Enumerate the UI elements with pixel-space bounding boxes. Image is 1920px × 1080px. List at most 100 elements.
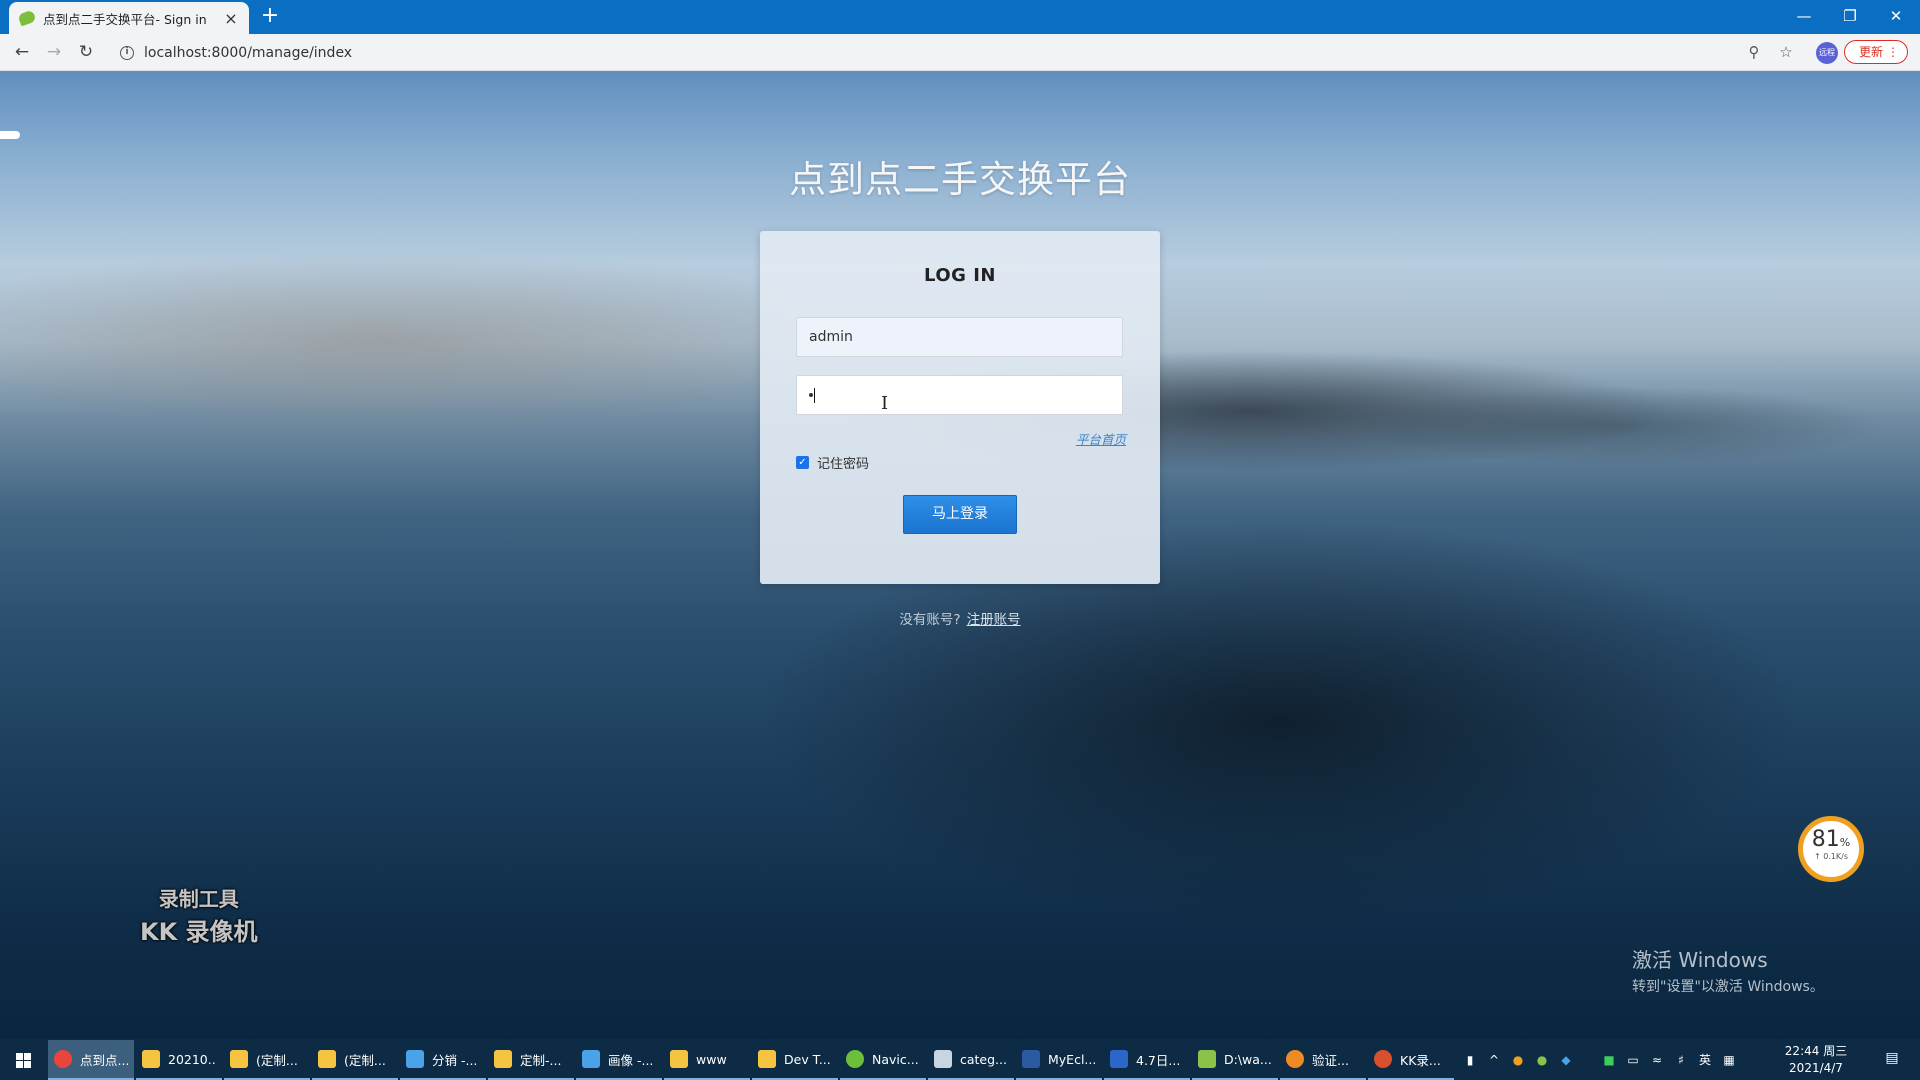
- password-mask-dot: [809, 393, 813, 397]
- taskbar-item-label: D:\wa...: [1224, 1051, 1272, 1067]
- platform-home-link[interactable]: 平台首页: [1076, 429, 1126, 448]
- windows-logo-icon: [16, 1053, 31, 1068]
- password-field[interactable]: I: [796, 375, 1123, 415]
- recorder-watermark: 录制工具 KK 录像机: [140, 883, 258, 947]
- chrome-icon: [54, 1050, 72, 1068]
- taskbar-item-label: (定制...: [256, 1052, 298, 1068]
- activation-hint: 转到"设置"以激活 Windows。: [1632, 979, 1824, 995]
- update-button[interactable]: 更新 ⋮: [1844, 40, 1908, 64]
- side-tab-handle[interactable]: [0, 131, 20, 139]
- recorder-line1: 录制工具: [158, 887, 239, 911]
- address-bar[interactable]: i localhost:8000/manage/index: [110, 38, 1740, 67]
- forward-arrow-icon[interactable]: →: [42, 40, 66, 64]
- back-arrow-icon[interactable]: ←: [10, 40, 34, 64]
- close-window-icon[interactable]: ✕: [1876, 4, 1916, 28]
- leaf-favicon-icon: [17, 9, 37, 27]
- audio-icon: [1286, 1050, 1304, 1068]
- myeclipse-icon: [1022, 1050, 1040, 1068]
- taskbar-item[interactable]: 4.7日...: [1104, 1040, 1190, 1080]
- folder-icon: [318, 1050, 336, 1068]
- taskbar-apps: 点到点... 20210... (定制... (定制... 分销 -... 定制-... 画…: [48, 1040, 1456, 1080]
- site-title: 点到点二手交换平台: [789, 158, 1131, 201]
- notification-icon[interactable]: ▤: [1882, 1050, 1902, 1070]
- taskbar-item[interactable]: categ...: [928, 1040, 1014, 1080]
- recorder-line2: KK 录像机: [140, 918, 258, 946]
- profile-avatar[interactable]: 远程: [1816, 42, 1838, 64]
- nvidia-icon[interactable]: ■: [1600, 1052, 1618, 1068]
- text-caret: [814, 387, 815, 403]
- battery-icon[interactable]: ▮: [1461, 1052, 1479, 1068]
- taskbar-item-label: 验证...: [1312, 1052, 1349, 1068]
- taskbar-item-label: 分销 -...: [432, 1052, 478, 1068]
- taskbar-item-label: 20210...: [168, 1051, 216, 1067]
- navicat-icon: [846, 1050, 864, 1068]
- url-text: localhost:8000/manage/index: [144, 44, 353, 61]
- remember-checkbox[interactable]: ✓: [796, 456, 809, 469]
- net-percent-unit: %: [1839, 836, 1851, 849]
- folder-icon: [142, 1050, 160, 1068]
- net-speed: ↑ 0.1K/s: [1813, 852, 1849, 861]
- taskbar-item[interactable]: Navic...: [840, 1040, 926, 1080]
- browser-toolbar: ← → ↻ i localhost:8000/manage/index ⚲ ☆ …: [0, 34, 1920, 71]
- browser-tab-strip: 点到点二手交换平台- Sign in × + — ❐ ✕: [0, 0, 1920, 34]
- signup-link[interactable]: 注册账号: [967, 612, 1021, 628]
- start-button[interactable]: [0, 1040, 48, 1080]
- taskbar-item-label: 定制-...: [520, 1052, 562, 1068]
- taskbar-item[interactable]: 20210...: [136, 1040, 222, 1080]
- more-menu-icon[interactable]: ⋮: [1887, 41, 1899, 63]
- window-icon: [934, 1050, 952, 1068]
- taskbar-item-label: www: [696, 1051, 727, 1067]
- username-field[interactable]: admin: [796, 317, 1123, 357]
- tray-app-icon[interactable]: ●: [1533, 1052, 1551, 1068]
- taskbar-item[interactable]: (定制...: [224, 1040, 310, 1080]
- taskbar-item[interactable]: D:\wa...: [1192, 1040, 1278, 1080]
- volume-muted-icon[interactable]: ♯: [1672, 1052, 1690, 1068]
- taskbar-item[interactable]: (定制...: [312, 1040, 398, 1080]
- taskbar-item-label: categ...: [960, 1051, 1007, 1067]
- notepad-icon: [1198, 1050, 1216, 1068]
- reload-icon[interactable]: ↻: [74, 40, 98, 64]
- folder-icon: [230, 1050, 248, 1068]
- tab-close-icon[interactable]: ×: [223, 9, 239, 28]
- chevron-up-icon[interactable]: ^: [1485, 1052, 1503, 1068]
- new-tab-button[interactable]: +: [258, 5, 282, 29]
- minimize-icon[interactable]: —: [1784, 4, 1824, 28]
- folder-icon: [494, 1050, 512, 1068]
- folder-icon: [670, 1050, 688, 1068]
- star-bookmark-icon[interactable]: ☆: [1776, 42, 1796, 62]
- windows-taskbar: 点到点... 20210... (定制... (定制... 分销 -... 定制-... 画…: [0, 1040, 1920, 1080]
- taskbar-item[interactable]: MyEcl...: [1016, 1040, 1102, 1080]
- taskbar-item[interactable]: www: [664, 1040, 750, 1080]
- taskbar-item[interactable]: 点到点...: [48, 1040, 134, 1080]
- update-label: 更新: [1859, 45, 1884, 59]
- activation-title: 激活 Windows: [1632, 948, 1768, 972]
- remember-password-row[interactable]: ✓ 记住密码: [796, 453, 869, 472]
- taskbar-item[interactable]: 分销 -...: [400, 1040, 486, 1080]
- app-icon: [406, 1050, 424, 1068]
- taskbar-clock[interactable]: 22:44 周三 2021/4/7: [1776, 1043, 1856, 1077]
- restore-icon[interactable]: ❐: [1830, 4, 1870, 28]
- browser-tab-active[interactable]: 点到点二手交换平台- Sign in ×: [9, 2, 249, 34]
- ime-indicator[interactable]: 英: [1696, 1052, 1714, 1068]
- taskbar-item-label: 点到点...: [80, 1052, 128, 1068]
- site-info-icon[interactable]: i: [120, 45, 134, 60]
- tray-app-icon[interactable]: ●: [1509, 1052, 1527, 1068]
- kk-recorder-icon: [1374, 1050, 1392, 1068]
- network-speed-gauge[interactable]: 81% ↑ 0.1K/s: [1798, 816, 1864, 882]
- taskbar-item[interactable]: 画像 -...: [576, 1040, 662, 1080]
- wifi-icon[interactable]: ≈: [1648, 1052, 1666, 1068]
- keyboard-grid-icon[interactable]: ▦: [1720, 1052, 1738, 1068]
- login-submit-button[interactable]: 马上登录: [903, 495, 1017, 534]
- tray-app-icon[interactable]: ◆: [1557, 1052, 1575, 1068]
- remember-label: 记住密码: [817, 457, 870, 472]
- taskbar-item-label: 画像 -...: [608, 1052, 654, 1068]
- clock-time: 22:44 周三: [1784, 1044, 1848, 1058]
- clock-date: 2021/4/7: [1789, 1061, 1843, 1075]
- taskbar-item[interactable]: KK录...: [1368, 1040, 1454, 1080]
- taskbar-item[interactable]: Dev T...: [752, 1040, 838, 1080]
- display-icon[interactable]: ▭: [1624, 1052, 1642, 1068]
- taskbar-item[interactable]: 定制-...: [488, 1040, 574, 1080]
- key-icon[interactable]: ⚲: [1744, 42, 1764, 62]
- taskbar-item[interactable]: 验证...: [1280, 1040, 1366, 1080]
- net-percent-value: 81: [1811, 827, 1840, 852]
